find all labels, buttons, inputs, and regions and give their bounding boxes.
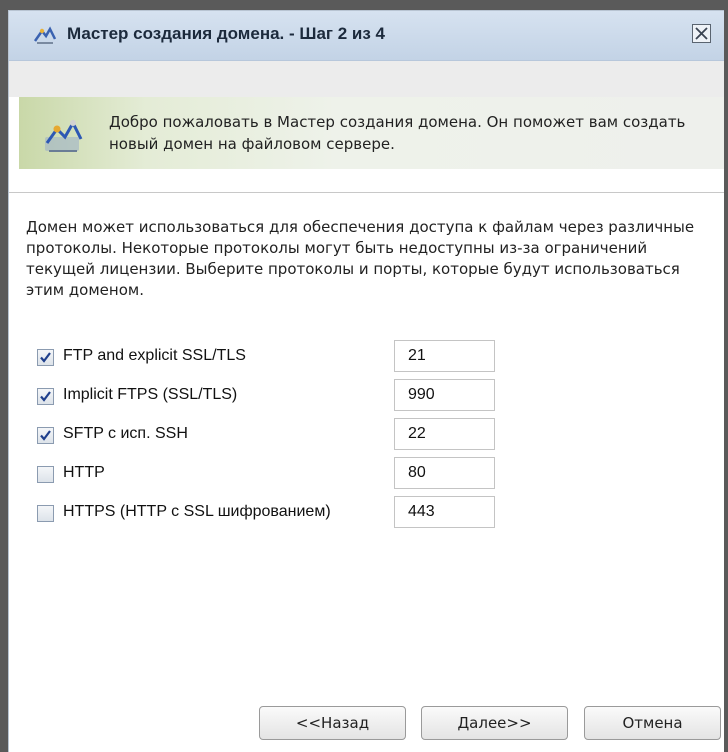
https-port-input[interactable] bbox=[394, 496, 495, 528]
checkmark-icon bbox=[40, 352, 51, 363]
welcome-banner: Добро пожаловать в Мастер создания домен… bbox=[19, 97, 724, 169]
wizard-icon bbox=[33, 25, 57, 47]
implicit-ftps-port-input[interactable] bbox=[394, 379, 495, 411]
description-text: Домен может использоваться для обеспечен… bbox=[26, 218, 695, 299]
implicit-ftps-checkbox[interactable] bbox=[37, 388, 54, 405]
https-checkbox[interactable] bbox=[37, 505, 54, 522]
dialog-title: Мастер создания домена. - Шаг 2 из 4 bbox=[67, 24, 385, 43]
protocol-label: SFTP с исп. SSH bbox=[63, 425, 188, 442]
protocol-label: HTTPS (HTTP с SSL шифрованием) bbox=[63, 503, 331, 520]
sftp-checkbox[interactable] bbox=[37, 427, 54, 444]
wizard-icon bbox=[43, 117, 83, 155]
back-button[interactable]: <<Назад bbox=[259, 706, 406, 740]
close-button[interactable] bbox=[692, 24, 711, 43]
checkmark-icon bbox=[40, 430, 51, 441]
divider bbox=[9, 192, 724, 193]
http-checkbox[interactable] bbox=[37, 466, 54, 483]
title-bar[interactable]: Мастер создания домена. - Шаг 2 из 4 bbox=[9, 11, 724, 61]
protocol-row-implicit-ftps: Implicit FTPS (SSL/TLS) bbox=[26, 379, 506, 411]
protocol-label: FTP and explicit SSL/TLS bbox=[63, 347, 246, 364]
checkmark-icon bbox=[40, 391, 51, 402]
wizard-dialog: Мастер создания домена. - Шаг 2 из 4 Доб… bbox=[8, 10, 724, 752]
protocol-row-http: HTTP bbox=[26, 457, 506, 489]
protocol-label: HTTP bbox=[63, 464, 105, 481]
header-spacer bbox=[9, 61, 724, 97]
close-icon bbox=[695, 27, 708, 40]
ftp-port-input[interactable] bbox=[394, 340, 495, 372]
ftp-checkbox[interactable] bbox=[37, 349, 54, 366]
banner-text: Добро пожаловать в Мастер создания домен… bbox=[109, 113, 686, 153]
protocol-row-sftp: SFTP с исп. SSH bbox=[26, 418, 506, 450]
cancel-button[interactable]: Отмена bbox=[584, 706, 721, 740]
protocol-row-ftp: FTP and explicit SSL/TLS bbox=[26, 340, 506, 372]
next-button[interactable]: Далее>> bbox=[421, 706, 568, 740]
sftp-port-input[interactable] bbox=[394, 418, 495, 450]
protocol-row-https: HTTPS (HTTP с SSL шифрованием) bbox=[26, 496, 506, 528]
protocol-label: Implicit FTPS (SSL/TLS) bbox=[63, 386, 238, 403]
http-port-input[interactable] bbox=[394, 457, 495, 489]
